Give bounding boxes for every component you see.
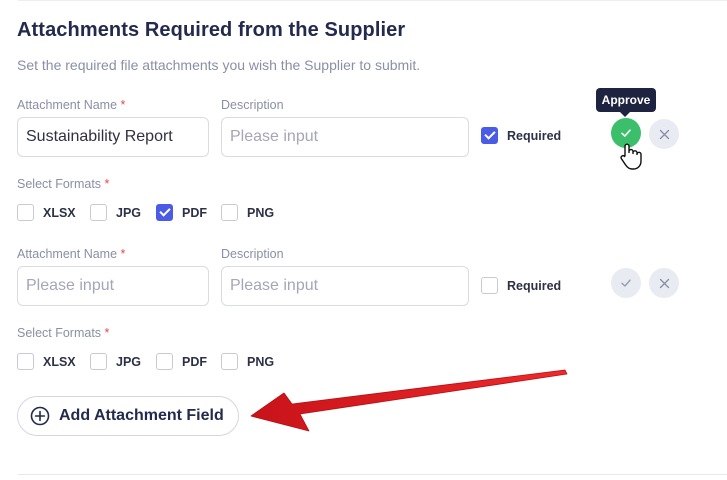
select-formats-label: Select Formats * <box>17 326 110 340</box>
description-input[interactable]: Please input <box>221 117 469 157</box>
format-checkbox-jpg[interactable] <box>90 204 107 221</box>
required-star: * <box>104 177 110 191</box>
hand-cursor-icon <box>619 143 643 176</box>
format-label-png: PNG <box>247 355 275 369</box>
description-label: Description <box>221 247 284 261</box>
top-divider <box>18 0 727 1</box>
format-checkbox-pdf[interactable] <box>156 204 173 221</box>
format-checkbox-jpg[interactable] <box>90 353 107 370</box>
plus-circle-icon <box>30 406 50 426</box>
add-attachment-field-label: Add Attachment Field <box>59 407 224 424</box>
add-attachment-field-button[interactable]: Add Attachment Field <box>17 396 239 436</box>
attachment-name-label: Attachment Name * <box>17 247 126 261</box>
approve-button[interactable] <box>611 268 641 298</box>
required-star: * <box>120 98 126 112</box>
section-subtitle: Set the required file attachments you wi… <box>17 57 421 73</box>
attachment-name-label: Attachment Name * <box>17 98 126 112</box>
format-label-png: PNG <box>247 206 275 220</box>
remove-button[interactable] <box>649 268 679 298</box>
description-input[interactable]: Please input <box>221 266 469 306</box>
check-icon <box>621 279 631 287</box>
remove-button[interactable] <box>649 119 679 149</box>
format-label-jpg: JPG <box>116 355 142 369</box>
description-placeholder: Please input <box>230 128 319 145</box>
description-label: Description <box>221 98 284 112</box>
required-checkbox-label: Required <box>507 129 562 143</box>
format-checkbox-xlsx[interactable] <box>17 353 34 370</box>
attachment-name-input[interactable]: Sustainability Report <box>17 117 209 157</box>
required-checkbox-label: Required <box>507 279 562 293</box>
select-formats-label: Select Formats * <box>17 177 110 191</box>
required-star: * <box>120 247 126 261</box>
format-label-pdf: PDF <box>182 355 207 369</box>
required-star: * <box>104 326 110 340</box>
format-checkbox-pdf[interactable] <box>156 353 173 370</box>
format-checkbox-xlsx[interactable] <box>17 204 34 221</box>
close-icon <box>659 278 669 288</box>
close-icon <box>659 129 669 139</box>
format-label-xlsx: XLSX <box>43 206 76 220</box>
required-checkbox[interactable] <box>481 127 498 144</box>
check-icon <box>621 129 631 137</box>
attachment-name-value: Sustainability Report <box>26 128 173 145</box>
section-title: Attachments Required from the Supplier <box>17 19 406 41</box>
format-checkbox-png[interactable] <box>221 353 238 370</box>
format-label-jpg: JPG <box>116 206 142 220</box>
format-label-xlsx: XLSX <box>43 355 76 369</box>
approve-tooltip: Approve <box>596 88 656 117</box>
required-checkbox[interactable] <box>481 277 498 294</box>
format-label-pdf: PDF <box>182 206 207 220</box>
attachment-name-input[interactable]: Please input <box>17 266 209 306</box>
attachment-name-placeholder: Please input <box>26 277 115 294</box>
description-placeholder: Please input <box>230 277 319 294</box>
format-checkbox-png[interactable] <box>221 204 238 221</box>
bottom-divider <box>18 474 727 475</box>
